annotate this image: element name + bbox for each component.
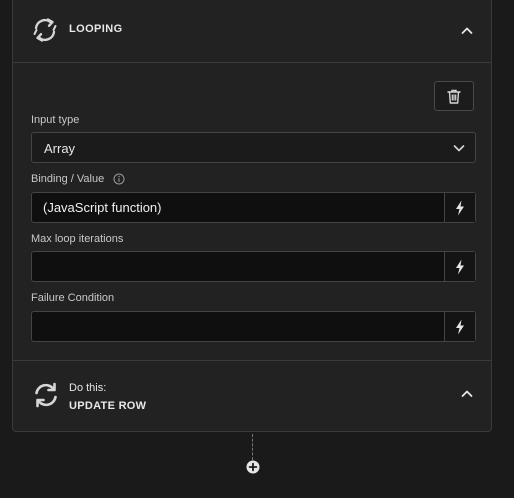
failure-condition-bindings-button[interactable] <box>444 312 475 341</box>
input-type-value: Array <box>44 141 76 156</box>
lightning-bolt-icon <box>456 259 464 274</box>
failure-condition-label: Failure Condition <box>31 292 115 304</box>
info-icon[interactable] <box>113 173 125 185</box>
child-step-action: UPDATE ROW <box>69 400 147 412</box>
automation-editor: LOOPING Input type Array Binding / Value… <box>0 0 514 498</box>
delete-step-button[interactable] <box>434 81 474 111</box>
chevron-down-icon <box>453 145 465 152</box>
chevron-up-icon[interactable] <box>460 387 474 401</box>
binding-value: (JavaScript function) <box>43 200 162 215</box>
binding-label: Binding / Value <box>31 173 105 185</box>
input-type-select[interactable]: Array <box>31 132 476 163</box>
trash-icon <box>447 89 461 104</box>
loop-step-settings: Input type Array Binding / Value (JavaSc… <box>13 63 491 361</box>
child-step-label: Do this: <box>69 382 107 394</box>
max-iterations-input[interactable] <box>31 251 476 282</box>
child-step-row[interactable]: Do this: UPDATE ROW <box>13 361 491 431</box>
max-iterations-bindings-button[interactable] <box>444 252 475 281</box>
max-iterations-label: Max loop iterations <box>31 233 124 245</box>
loop-step-header[interactable]: LOOPING <box>13 0 491 63</box>
binding-input[interactable]: (JavaScript function) <box>31 192 476 223</box>
loop-step-card: LOOPING Input type Array Binding / Value… <box>12 0 492 432</box>
input-type-label: Input type <box>31 114 80 126</box>
refresh-cycle-icon <box>33 18 57 42</box>
plus-circle-icon[interactable] <box>246 460 260 474</box>
sync-icon <box>35 382 57 408</box>
chevron-up-icon[interactable] <box>460 24 474 38</box>
step-connector-line <box>252 434 253 460</box>
lightning-bolt-icon <box>456 200 464 215</box>
lightning-bolt-icon <box>456 319 464 334</box>
failure-condition-input[interactable] <box>31 311 476 342</box>
binding-bindings-button[interactable] <box>444 193 475 222</box>
loop-step-title: LOOPING <box>69 23 123 35</box>
